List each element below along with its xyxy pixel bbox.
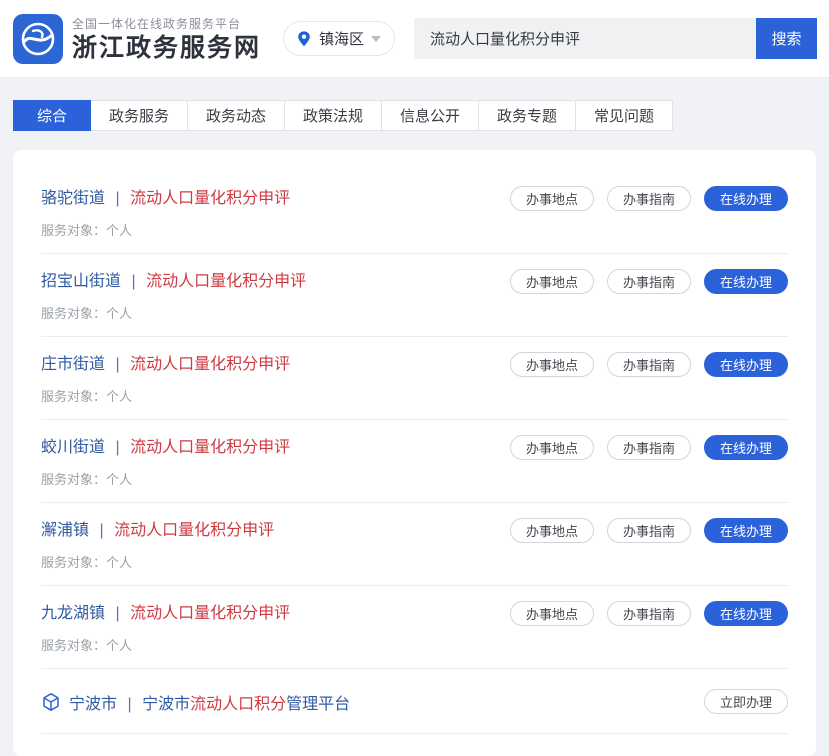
service-target-value: 个人 xyxy=(106,472,132,487)
tab-government-services[interactable]: 政务服务 xyxy=(90,100,188,131)
service-guide-button[interactable]: 办事指南 xyxy=(607,435,691,460)
service-location-button[interactable]: 办事地点 xyxy=(510,269,594,294)
area-name[interactable]: 骆驼街道 xyxy=(41,190,105,207)
online-apply-button[interactable]: 在线办理 xyxy=(704,352,788,377)
result-title-link[interactable]: 庄市街道 | 流动人口量化积分申评 xyxy=(41,354,290,376)
service-target: 服务对象：个人 xyxy=(41,386,788,405)
online-apply-button[interactable]: 在线办理 xyxy=(704,601,788,626)
search-results-card: 骆驼街道 | 流动人口量化积分申评 办事地点 办事指南 在线办理 服务对象：个人… xyxy=(13,150,816,756)
service-target-label: 服务对象： xyxy=(41,472,106,487)
search-input[interactable] xyxy=(414,18,756,59)
service-target-value: 个人 xyxy=(106,306,132,321)
result-title-link[interactable]: 九龙湖镇 | 流动人口量化积分申评 xyxy=(41,603,290,625)
area-name[interactable]: 庄市街道 xyxy=(41,356,105,373)
service-location-button[interactable]: 办事地点 xyxy=(510,435,594,460)
service-target-label: 服务对象： xyxy=(41,638,106,653)
tab-special-topics[interactable]: 政务专题 xyxy=(478,100,576,131)
service-name[interactable]: 流动人口量化积分申评 xyxy=(146,273,306,290)
service-name[interactable]: 流动人口量化积分申评 xyxy=(130,605,290,622)
title-separator: | xyxy=(131,273,135,290)
service-guide-button[interactable]: 办事指南 xyxy=(607,269,691,294)
platform-name-suffix[interactable]: 管理平台 xyxy=(286,696,350,713)
result-row: 澥浦镇 | 流动人口量化积分申评 办事地点 办事指南 在线办理 服务对象：个人 xyxy=(41,503,788,586)
title-separator: | xyxy=(115,356,119,373)
site-logo-icon xyxy=(13,14,63,64)
service-target-value: 个人 xyxy=(106,223,132,238)
service-name[interactable]: 流动人口量化积分申评 xyxy=(130,356,290,373)
title-separator: | xyxy=(99,522,103,539)
service-target-value: 个人 xyxy=(106,389,132,404)
platform-city[interactable]: 宁波市 xyxy=(69,696,117,713)
tab-government-news[interactable]: 政务动态 xyxy=(187,100,285,131)
area-name[interactable]: 九龙湖镇 xyxy=(41,605,105,622)
service-target-label: 服务对象： xyxy=(41,555,106,570)
main-content: 综合 政务服务 政务动态 政策法规 信息公开 政务专题 常见问题 骆驼街道 | … xyxy=(0,78,829,756)
service-location-button[interactable]: 办事地点 xyxy=(510,518,594,543)
tab-faq[interactable]: 常见问题 xyxy=(575,100,673,131)
title-separator: | xyxy=(115,439,119,456)
title-separator: | xyxy=(115,605,119,622)
title-separator: | xyxy=(115,190,119,207)
search-button[interactable]: 搜索 xyxy=(756,18,817,59)
result-title-link[interactable]: 骆驼街道 | 流动人口量化积分申评 xyxy=(41,188,290,210)
service-target: 服务对象：个人 xyxy=(41,303,788,322)
location-name: 镇海区 xyxy=(319,28,364,49)
platform-name-highlight[interactable]: 流动人口积分 xyxy=(190,696,286,713)
site-header: 全国一体化在线政务服务平台 浙江政务服务网 镇海区 搜索 xyxy=(0,0,829,78)
online-apply-button[interactable]: 在线办理 xyxy=(704,518,788,543)
result-row: 骆驼街道 | 流动人口量化积分申评 办事地点 办事指南 在线办理 服务对象：个人 xyxy=(41,171,788,254)
tab-comprehensive[interactable]: 综合 xyxy=(13,100,91,131)
apply-now-button[interactable]: 立即办理 xyxy=(704,689,788,714)
service-guide-button[interactable]: 办事指南 xyxy=(607,601,691,626)
platform-name-prefix[interactable]: 宁波市 xyxy=(142,696,190,713)
service-target: 服务对象：个人 xyxy=(41,220,788,239)
location-pin-icon xyxy=(296,30,312,48)
online-apply-button[interactable]: 在线办理 xyxy=(704,269,788,294)
search-bar: 搜索 xyxy=(414,18,817,59)
service-target-value: 个人 xyxy=(106,638,132,653)
result-row: 庄市街道 | 流动人口量化积分申评 办事地点 办事指南 在线办理 服务对象：个人 xyxy=(41,337,788,420)
service-location-button[interactable]: 办事地点 xyxy=(510,352,594,377)
location-selector[interactable]: 镇海区 xyxy=(283,21,395,56)
result-row: 九龙湖镇 | 流动人口量化积分申评 办事地点 办事指南 在线办理 服务对象：个人 xyxy=(41,586,788,669)
service-target: 服务对象：个人 xyxy=(41,552,788,571)
category-tabs: 综合 政务服务 政务动态 政策法规 信息公开 政务专题 常见问题 xyxy=(13,100,816,131)
brand-text: 全国一体化在线政务服务平台 浙江政务服务网 xyxy=(72,15,261,63)
service-name[interactable]: 流动人口量化积分申评 xyxy=(130,439,290,456)
result-row: 蛟川街道 | 流动人口量化积分申评 办事地点 办事指南 在线办理 服务对象：个人 xyxy=(41,420,788,503)
service-target-value: 个人 xyxy=(106,555,132,570)
result-title-link[interactable]: 招宝山街道 | 流动人口量化积分申评 xyxy=(41,271,306,293)
service-target-label: 服务对象： xyxy=(41,223,106,238)
result-title-link[interactable]: 蛟川街道 | 流动人口量化积分申评 xyxy=(41,437,290,459)
cube-icon xyxy=(41,692,61,712)
service-location-button[interactable]: 办事地点 xyxy=(510,601,594,626)
service-target-label: 服务对象： xyxy=(41,306,106,321)
platform-tagline: 全国一体化在线政务服务平台 xyxy=(72,15,261,32)
service-guide-button[interactable]: 办事指南 xyxy=(607,352,691,377)
result-title-link[interactable]: 澥浦镇 | 流动人口量化积分申评 xyxy=(41,520,274,542)
online-apply-button[interactable]: 在线办理 xyxy=(704,186,788,211)
service-guide-button[interactable]: 办事指南 xyxy=(607,518,691,543)
service-target: 服务对象：个人 xyxy=(41,469,788,488)
area-name[interactable]: 澥浦镇 xyxy=(41,522,89,539)
site-title: 浙江政务服务网 xyxy=(72,35,261,63)
online-apply-button[interactable]: 在线办理 xyxy=(704,435,788,460)
platform-title-link[interactable]: 宁波市 | 宁波市流动人口积分管理平台 xyxy=(69,690,350,714)
service-name[interactable]: 流动人口量化积分申评 xyxy=(114,522,274,539)
area-name[interactable]: 招宝山街道 xyxy=(41,273,121,290)
title-separator: | xyxy=(127,696,131,713)
service-target-label: 服务对象： xyxy=(41,389,106,404)
area-name[interactable]: 蛟川街道 xyxy=(41,439,105,456)
chevron-down-icon xyxy=(371,36,381,42)
service-name[interactable]: 流动人口量化积分申评 xyxy=(130,190,290,207)
platform-row: 宁波市 | 宁波市流动人口积分管理平台 立即办理 xyxy=(41,669,788,734)
tab-policies-regulations[interactable]: 政策法规 xyxy=(284,100,382,131)
service-target: 服务对象：个人 xyxy=(41,635,788,654)
service-location-button[interactable]: 办事地点 xyxy=(510,186,594,211)
tab-information-disclosure[interactable]: 信息公开 xyxy=(381,100,479,131)
service-guide-button[interactable]: 办事指南 xyxy=(607,186,691,211)
result-row: 招宝山街道 | 流动人口量化积分申评 办事地点 办事指南 在线办理 服务对象：个… xyxy=(41,254,788,337)
